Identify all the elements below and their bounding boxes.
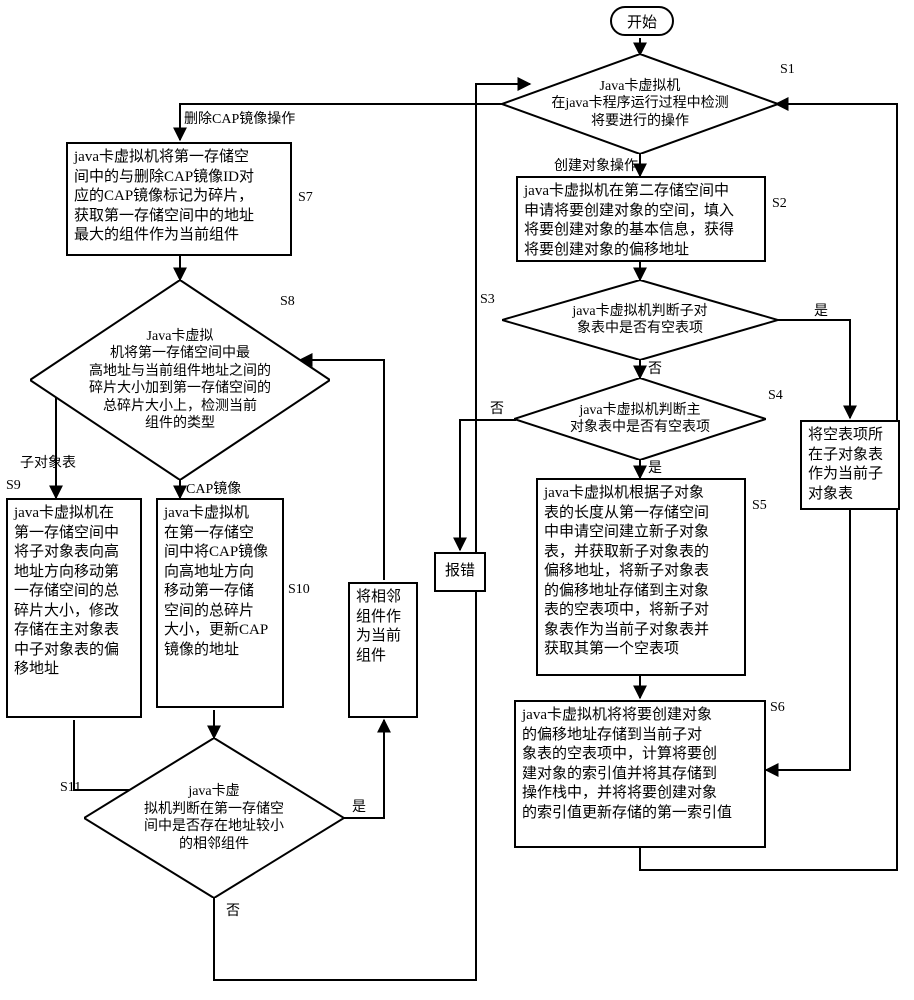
s3-yes: 是 [814, 300, 828, 320]
s4-step-label: S4 [768, 388, 783, 404]
s3-decision: java卡虚拟机判断子对象表中是否有空表项 [502, 280, 778, 360]
s8-down-label: CAP镜像 [186, 478, 241, 498]
s4-yes: 是 [648, 457, 662, 477]
s5-process: java卡虚拟机根据子对象表的长度从第一存储空间中申请空间建立新子对象表，并获取… [536, 478, 746, 676]
create-branch-label: 创建对象操作 [554, 155, 638, 175]
s9-step-label: S9 [6, 478, 21, 494]
s7-step-label: S7 [298, 190, 313, 206]
s6-step-label: S6 [770, 700, 785, 716]
s7-process: java卡虚拟机将第一存储空间中的与删除CAP镜像ID对应的CAP镜像标记为碎片… [66, 142, 292, 256]
s11-no: 否 [226, 900, 240, 920]
s5-step-label: S5 [752, 498, 767, 514]
s9-process: java卡虚拟机在第一存储空间中将子对象表向高地址方向移动第一存储空间的总碎片大… [6, 498, 142, 718]
s11-yes: 是 [352, 796, 366, 816]
adj-text: 将相邻组件作为当前组件 [356, 589, 401, 664]
s5-text: java卡虚拟机根据子对象表的长度从第一存储空间中申请空间建立新子对象表，并获取… [544, 485, 709, 657]
side-box-text: 将空表项所在子对象表作为当前子对象表 [808, 427, 883, 502]
start-label: 开始 [627, 11, 657, 32]
s2-process: java卡虚拟机在第二存储空间中申请将要创建对象的空间，填入将要创建对象的基本信… [516, 176, 766, 262]
side-sub-table-box: 将空表项所在子对象表作为当前子对象表 [800, 420, 900, 510]
s7-text: java卡虚拟机将第一存储空间中的与删除CAP镜像ID对应的CAP镜像标记为碎片… [74, 149, 254, 243]
flowchart-canvas: 开始 Java卡虚拟机在java卡程序运行过程中检测将要进行的操作 S1 创建对… [0, 0, 914, 1000]
s8-text: Java卡虚拟机将第一存储空间中最高地址与当前组件地址之间的碎片大小加到第一存储… [30, 280, 330, 480]
s1-step-label: S1 [780, 62, 795, 78]
s2-text: java卡虚拟机在第二存储空间中申请将要创建对象的空间，填入将要创建对象的基本信… [524, 183, 734, 258]
error-text: 报错 [445, 562, 475, 582]
s4-text: java卡虚拟机判断主对象表中是否有空表项 [514, 378, 766, 460]
s8-step-label: S8 [280, 294, 295, 310]
adj-box: 将相邻组件作为当前组件 [348, 582, 418, 718]
s2-step-label: S2 [772, 196, 787, 212]
delete-branch-label: 删除CAP镜像操作 [184, 108, 295, 128]
s10-text: java卡虚拟机在第一存储空间中将CAP镜像向高地址方向移动第一存储空间的总碎片… [164, 505, 268, 658]
s10-step-label: S10 [288, 582, 310, 598]
s4-no: 否 [490, 398, 504, 418]
s8-decision: Java卡虚拟机将第一存储空间中最高地址与当前组件地址之间的碎片大小加到第一存储… [30, 280, 330, 480]
s9-text: java卡虚拟机在第一存储空间中将子对象表向高地址方向移动第一存储空间的总碎片大… [14, 505, 119, 677]
s3-no: 否 [648, 358, 662, 378]
start-terminator: 开始 [610, 6, 674, 36]
s6-process: java卡虚拟机将将要创建对象的偏移地址存储到当前子对象表的空表项中，计算将要创… [514, 700, 766, 848]
s1-text: Java卡虚拟机在java卡程序运行过程中检测将要进行的操作 [502, 54, 778, 154]
s3-step-label: S3 [480, 292, 495, 308]
s11-text: java卡虚拟机判断在第一存储空间中是否存在地址较小的相邻组件 [84, 738, 344, 898]
s10-process: java卡虚拟机在第一存储空间中将CAP镜像向高地址方向移动第一存储空间的总碎片… [156, 498, 284, 708]
s11-step-label: S11 [60, 780, 81, 796]
error-box: 报错 [434, 552, 486, 592]
s11-decision: java卡虚拟机判断在第一存储空间中是否存在地址较小的相邻组件 [84, 738, 344, 898]
s1-decision: Java卡虚拟机在java卡程序运行过程中检测将要进行的操作 [502, 54, 778, 154]
s6-text: java卡虚拟机将将要创建对象的偏移地址存储到当前子对象表的空表项中，计算将要创… [522, 707, 732, 821]
s4-decision: java卡虚拟机判断主对象表中是否有空表项 [514, 378, 766, 460]
s3-text: java卡虚拟机判断子对象表中是否有空表项 [502, 280, 778, 360]
s8-left-label: 子对象表 [20, 452, 76, 472]
